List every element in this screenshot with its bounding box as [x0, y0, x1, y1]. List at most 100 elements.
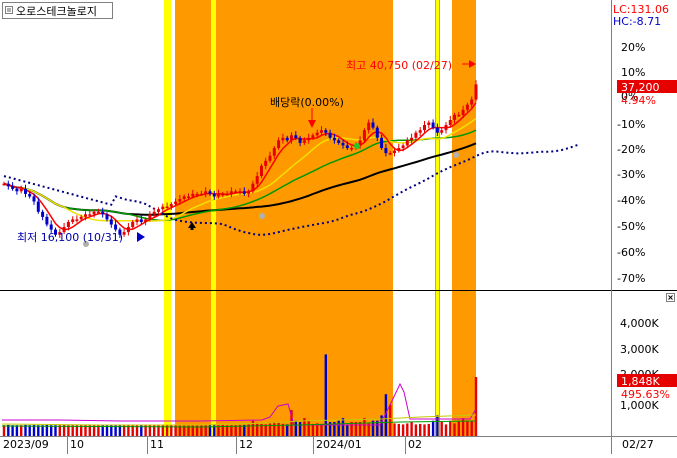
volume-bar [419, 423, 422, 436]
volume-bar [410, 422, 413, 436]
candle-body [367, 122, 371, 131]
candle-body [311, 135, 315, 138]
candle-body [345, 145, 349, 148]
candle-body [277, 140, 281, 148]
candle-body [362, 130, 366, 141]
hc-label: HC:-8.71 [613, 15, 661, 28]
volume-bar [470, 420, 473, 436]
candle-body [2, 183, 6, 186]
volume-bar [401, 424, 405, 436]
candle-body [114, 224, 118, 230]
candle-body [388, 153, 392, 155]
candle-body [418, 130, 422, 133]
candle-body [191, 193, 195, 197]
green-signal-dot [354, 143, 360, 149]
volume-bar [350, 422, 353, 436]
candle-body [101, 211, 105, 215]
volume-bar [358, 422, 362, 436]
candle-body [229, 191, 233, 194]
volume-bar [320, 424, 323, 436]
current-change-pct: 4.94% [621, 94, 656, 107]
candle-body [401, 145, 405, 148]
candle-body [92, 211, 96, 215]
candle-body [178, 199, 182, 202]
candle-body [307, 137, 311, 141]
volume-bar [311, 423, 315, 436]
volume-bar [234, 425, 237, 436]
candle-body [242, 191, 246, 194]
close-icon[interactable] [666, 293, 675, 302]
volume-bar [449, 420, 452, 436]
candle-body [122, 232, 126, 235]
date-label: 02 [408, 438, 422, 451]
candle-body [264, 160, 268, 166]
stock-name: 오로스테크놀로지 [16, 5, 97, 18]
candle-body [109, 219, 113, 225]
volume-bar [393, 423, 396, 436]
candle-body [96, 211, 100, 214]
volume-bar [431, 420, 435, 436]
candle-body [332, 137, 336, 141]
candle-body [285, 137, 289, 141]
candle-body [126, 227, 130, 233]
candle-body [169, 204, 173, 207]
candle-body [6, 183, 10, 187]
candle-body [182, 196, 186, 199]
volume-bar [427, 423, 430, 436]
candle-body [24, 188, 27, 194]
volume-bar [389, 404, 392, 436]
volume-bar [363, 418, 366, 436]
volume-bar [397, 423, 400, 436]
price-axis-label: -70% [617, 272, 645, 285]
candle-body [71, 219, 75, 222]
candle-body [435, 127, 439, 133]
date-label: 2023/09 [3, 438, 49, 451]
volume-bar [414, 424, 418, 436]
candle-body [174, 201, 178, 205]
date-label: 11 [150, 438, 164, 451]
candle-body [341, 142, 345, 146]
volume-bar [298, 422, 302, 436]
volume-bar [307, 420, 310, 436]
candle-body [165, 206, 169, 209]
candle-body [427, 122, 431, 125]
volume-bar [474, 377, 478, 436]
volume-bar [354, 422, 358, 436]
candle-body [139, 219, 143, 222]
stock-title-box[interactable]: 오로스테크놀로지 [2, 2, 113, 19]
volume-bar [341, 418, 345, 436]
candle-body [320, 130, 323, 133]
candle-body [448, 120, 452, 126]
up-arrow-stem-icon [190, 226, 194, 230]
candle-body [444, 125, 448, 131]
candle-body [474, 84, 478, 100]
stock-chart-window: 최고 40,750 (02/27) 최저 16,100 (10/31) 배당락(… [0, 0, 677, 454]
low-annotation: 최저 16,100 (10/31) [17, 231, 123, 244]
candle-body [79, 216, 83, 220]
candle-body [281, 137, 285, 141]
candle-body [294, 135, 298, 138]
candle-body [337, 140, 341, 143]
candle-body [380, 137, 384, 148]
volume-bar [15, 425, 19, 436]
volume-bar [406, 423, 409, 436]
volume-bar [7, 424, 10, 436]
candle-body [255, 176, 259, 184]
volume-bar [2, 425, 6, 436]
candle-body [212, 193, 216, 197]
volume-bar [337, 420, 340, 436]
high-annotation: 최고 40,750 (02/27) [346, 59, 452, 72]
candle-body [272, 148, 276, 156]
volume-axis-label: 3,000K [620, 343, 659, 356]
candle-body [75, 219, 79, 221]
gray-dot-3 [453, 152, 459, 158]
candle-body [397, 148, 401, 151]
candle-body [268, 155, 272, 161]
candle-body [11, 186, 15, 189]
candle-body [152, 211, 156, 215]
volume-bar [286, 424, 289, 436]
volume-bar [20, 425, 23, 436]
candle-body [350, 148, 354, 150]
candle-body [405, 140, 409, 146]
candle-body [41, 211, 45, 217]
